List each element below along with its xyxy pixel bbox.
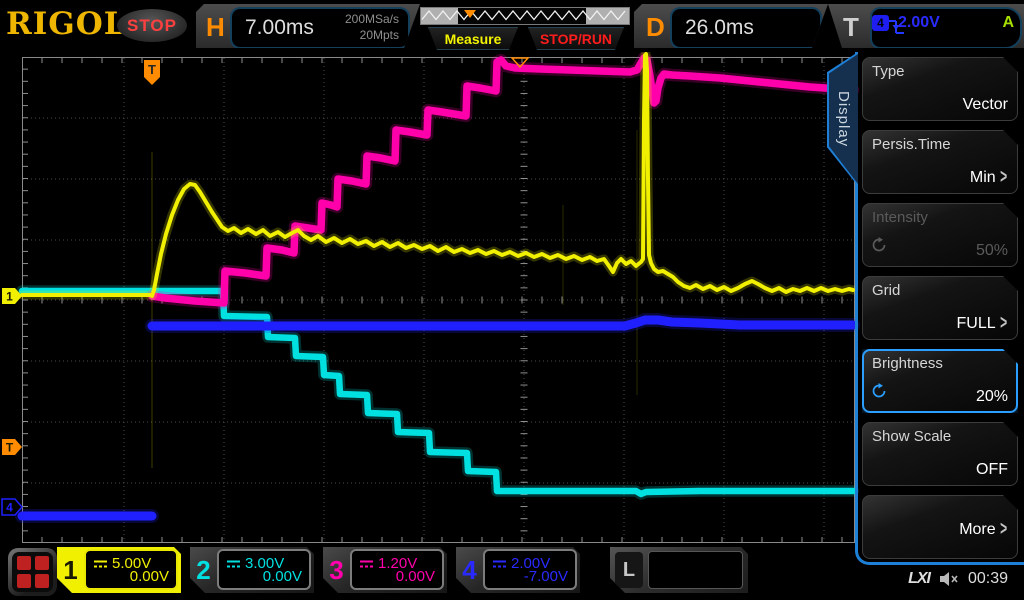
menu-tab-label: Display xyxy=(835,91,852,147)
oscilloscope-screen: RIGOL STOP H 7.00ms 200MSa/s 20Mpts Meas… xyxy=(0,0,1024,600)
delay-value: 26.0ms xyxy=(685,16,754,40)
channel-1-block[interactable]: 1 5.00V 0.00V xyxy=(57,547,181,593)
measure-label: Measure xyxy=(445,31,502,47)
channel-3-block[interactable]: 3 1.20V 0.00V xyxy=(323,547,447,593)
trigger-sweep-mode: A xyxy=(1002,14,1014,32)
h-label: H xyxy=(206,12,225,43)
knob-adjust-icon xyxy=(871,383,887,404)
submenu-arrow-icon: > xyxy=(1000,313,1007,336)
red-grid-icon xyxy=(12,552,53,592)
lxi-badge: LXI xyxy=(908,570,930,588)
memory-depth: 20Mpts xyxy=(345,28,399,44)
knob-adjust-icon xyxy=(871,237,887,258)
menu-item-show-scale[interactable]: Show Scale OFF xyxy=(862,422,1018,486)
channel-info-box: 1.20V 0.00V xyxy=(350,549,444,590)
menu-item-label: Intensity xyxy=(872,209,928,226)
menu-item-value: Min xyxy=(970,169,996,187)
menu-item-value: OFF xyxy=(976,461,1008,479)
channel-offset: 0.00V xyxy=(396,568,435,585)
menu-item-type[interactable]: Type Vector xyxy=(862,57,1018,121)
channel-number: 1 xyxy=(57,547,84,593)
acquisition-status-text: STOP xyxy=(127,16,177,36)
memory-position-strip[interactable] xyxy=(420,7,630,25)
channel-info-box: 5.00V 0.00V xyxy=(84,549,178,590)
trigger-source-badge: 4 xyxy=(872,15,889,31)
submenu-arrow-icon: > xyxy=(1000,167,1007,190)
menu-item-persistence[interactable]: Persis.Time Min> xyxy=(862,130,1018,194)
timebase-box[interactable]: 7.00ms 200MSa/s 20Mpts xyxy=(230,7,410,49)
menu-item-more[interactable]: More > xyxy=(862,495,1018,559)
menu-item-value: 20% xyxy=(976,388,1008,406)
logic-label: L xyxy=(615,552,643,588)
menu-item-label: Type xyxy=(872,63,905,80)
channel-number: 3 xyxy=(323,547,350,593)
trigger-group[interactable]: T 4 2.00V A xyxy=(828,4,1024,48)
status-row: LXI 00:39 xyxy=(908,570,1008,588)
channel-4-block[interactable]: 4 2.00V -7.00V xyxy=(456,547,580,593)
waveform-display: 1 T 4 T xyxy=(0,52,860,546)
channel-number: 4 xyxy=(456,547,483,593)
dc-coupling-icon xyxy=(359,559,374,569)
logic-row-1: 0 1 2 3 4 5 6 7 xyxy=(655,589,742,600)
channel-2-block[interactable]: 2 3.00V 0.00V xyxy=(190,547,314,593)
channel-info-box: 2.00V -7.00V xyxy=(483,549,577,590)
dc-coupling-icon xyxy=(226,559,241,569)
menu-item-value: 50% xyxy=(976,242,1008,260)
channel-offset: 0.00V xyxy=(263,568,302,585)
acquisition-status-badge: STOP xyxy=(117,9,187,42)
ch1-zero-marker-label: 1 xyxy=(6,290,13,304)
menu-item-grid[interactable]: Grid FULL> xyxy=(862,276,1018,340)
delay-group[interactable]: D 26.0ms xyxy=(634,4,828,48)
t-label: T xyxy=(843,12,859,43)
timebase-value: 7.00ms xyxy=(245,16,314,40)
dc-coupling-icon xyxy=(492,559,507,569)
measure-button[interactable]: Measure xyxy=(428,27,518,50)
menu-item-value: FULL xyxy=(957,315,996,333)
menu-item-label: Brightness xyxy=(872,355,943,372)
channel-menu-button[interactable] xyxy=(8,548,57,596)
clock: 00:39 xyxy=(968,570,1008,588)
trigger-level-marker-label: T xyxy=(6,441,14,455)
acquisition-info: 200MSa/s 20Mpts xyxy=(345,12,399,43)
trace-ch3 xyxy=(152,58,853,303)
d-label: D xyxy=(646,12,665,43)
menu-item-value: Vector xyxy=(963,96,1008,114)
menu-item-brightness[interactable]: Brightness 20% xyxy=(862,349,1018,413)
menu-item-intensity[interactable]: Intensity 50% xyxy=(862,203,1018,267)
trigger-level-value: 2.00V xyxy=(898,14,940,32)
logic-channel-numbers: 0 1 2 3 4 5 6 7 8 9 10 11 12 13 14 15 xyxy=(648,551,743,589)
trace-ch1 xyxy=(22,54,853,296)
dc-coupling-icon xyxy=(93,559,108,569)
channel-info-box: 3.00V 0.00V xyxy=(217,549,311,590)
channel-number: 2 xyxy=(190,547,217,593)
sample-rate: 200MSa/s xyxy=(345,12,399,28)
channel-offset: -7.00V xyxy=(524,568,568,585)
horizontal-timebase-group[interactable]: H 7.00ms 200MSa/s 20Mpts xyxy=(196,4,420,48)
svg-text:T: T xyxy=(148,62,156,77)
brand-logo: RIGOL xyxy=(6,6,127,42)
stop-run-button[interactable]: STOP/RUN xyxy=(528,27,624,50)
menu-item-label: Show Scale xyxy=(872,428,951,445)
menu-item-label: Persis.Time xyxy=(872,136,951,153)
menu-item-label: Grid xyxy=(872,282,900,299)
sound-muted-icon xyxy=(939,571,959,587)
ch4-zero-marker-label: 4 xyxy=(6,501,13,515)
delay-box[interactable]: 26.0ms xyxy=(670,7,822,49)
submenu-arrow-icon: > xyxy=(1000,519,1007,542)
channel-offset: 0.00V xyxy=(130,568,169,585)
menu-item-value: More xyxy=(959,521,995,539)
logic-channels-block[interactable]: L 0 1 2 3 4 5 6 7 8 9 10 11 12 13 14 15 xyxy=(610,547,748,593)
stop-run-label: STOP/RUN xyxy=(540,31,612,47)
